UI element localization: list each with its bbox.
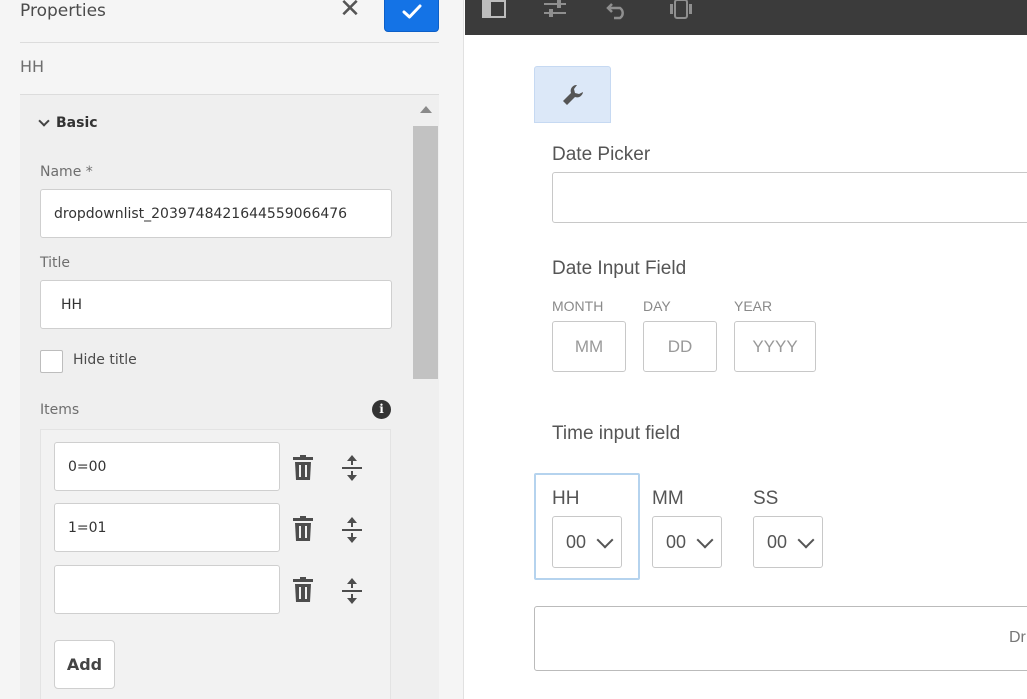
layout-icon[interactable] [480,0,508,20]
mm-dropdown[interactable]: 00 [652,516,722,568]
title-label: Title [40,255,71,271]
day-label: DAY [643,298,671,314]
chevron-down-icon [696,531,714,549]
date-input-title: Date Input Field [552,258,687,279]
trash-icon[interactable] [292,455,314,481]
item-value-field[interactable]: 0=00 [54,442,280,491]
ss-label: SS [753,488,779,509]
add-item-button[interactable]: Add [54,640,115,689]
mm-label: MM [652,488,684,509]
scrollbar[interactable] [413,95,439,699]
hide-title-label: Hide title [73,352,137,368]
chevron-down-icon [596,531,614,549]
confirm-button[interactable] [384,0,439,32]
mm-value: 00 [666,531,687,552]
properties-panel: Properties ✕ HH Basic Name * dropdownlis… [0,0,464,699]
editor-toolbar [465,0,1027,35]
panel-title: Properties [20,1,106,21]
month-label: MONTH [552,298,604,314]
year-input[interactable]: YYYY [734,321,816,372]
wrench-icon [562,84,583,105]
scroll-up-arrow-icon[interactable] [420,106,432,113]
trash-icon[interactable] [292,577,314,603]
drag-handle-icon[interactable] [341,516,363,544]
date-picker-title: Date Picker [552,144,651,165]
month-input[interactable]: MM [552,321,626,372]
device-preview-icon[interactable] [667,0,695,20]
name-field[interactable]: dropdownlist_2039748421644559066476 [40,189,392,238]
hh-value: 00 [566,531,587,552]
items-label: Items [40,402,80,418]
drag-handle-icon[interactable] [341,577,363,605]
close-button[interactable]: ✕ [338,0,362,24]
ss-dropdown[interactable]: 00 [753,516,823,568]
chevron-down-icon [38,115,50,127]
undo-icon[interactable] [604,0,632,20]
drop-target-text: Dr [1009,629,1026,646]
item-value-field[interactable]: 1=01 [54,503,280,552]
title-field[interactable]: HH [40,280,392,329]
settings-sliders-icon[interactable] [541,0,569,20]
checkmark-icon [402,4,421,19]
form-canvas: Date Picker Date Input Field MONTH DAY Y… [465,35,1027,699]
breadcrumb: HH [20,57,45,76]
ss-value: 00 [767,531,788,552]
item-value-field[interactable] [54,565,280,614]
accordion-header-basic[interactable]: Basic [38,115,98,131]
hh-dropdown[interactable]: 00 [552,516,622,568]
hide-title-checkbox[interactable] [40,350,63,373]
items-list: 0=00 1=01 Add [40,429,391,699]
app-root: Properties ✕ HH Basic Name * dropdownlis… [0,0,1027,699]
year-label: YEAR [734,298,773,314]
drag-handle-icon[interactable] [341,454,363,482]
date-picker-input[interactable] [552,172,1027,223]
component-toolbar-tab[interactable] [534,66,611,123]
scroll-thumb[interactable] [413,126,438,379]
divider [20,42,439,43]
info-icon[interactable]: i [372,400,391,419]
name-label: Name * [40,164,93,180]
day-input[interactable]: DD [643,321,717,372]
basic-section: Basic Name * dropdownlist_20397484216445… [20,95,439,699]
drop-target-area[interactable] [534,606,1027,671]
time-input-title: Time input field [552,423,681,444]
hh-label: HH [552,488,580,509]
chevron-down-icon [797,531,815,549]
trash-icon[interactable] [292,516,314,542]
close-icon: ✕ [339,0,361,24]
accordion-label: Basic [56,115,98,131]
